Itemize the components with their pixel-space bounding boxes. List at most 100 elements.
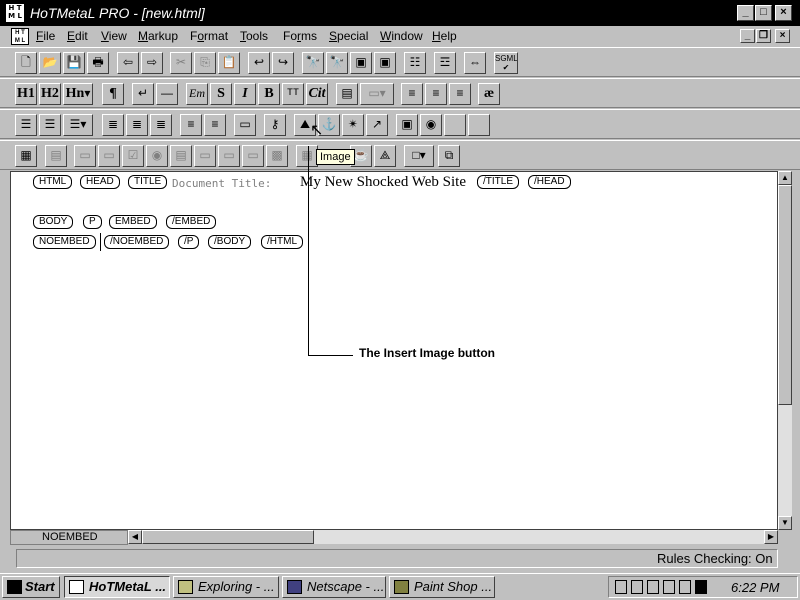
image-map-icon[interactable]: ▣ [396, 114, 418, 136]
speaker-icon[interactable] [631, 580, 643, 594]
tag-p-close[interactable]: /P [178, 235, 200, 249]
align-right-icon[interactable]: ≡ [449, 83, 471, 105]
indent-icon[interactable]: ≣ [150, 114, 172, 136]
document-icon[interactable]: H TM L [11, 28, 29, 45]
tag-html-close[interactable]: /HTML [261, 235, 303, 249]
tag-embed-open[interactable]: EMBED [109, 215, 157, 229]
cut-icon[interactable]: ✂ [170, 52, 192, 74]
link-icon[interactable]: ⇔ [464, 52, 486, 74]
menu-help[interactable]: Help [432, 29, 457, 43]
network-icon[interactable] [647, 580, 659, 594]
thesaurus-icon[interactable]: ▣ [374, 52, 396, 74]
tag-head-close[interactable]: /HEAD [528, 175, 571, 189]
scroll-left-icon[interactable]: ◀ [128, 530, 142, 544]
back-icon[interactable]: ⇦ [117, 52, 139, 74]
checkbox-icon[interactable]: ☑ [122, 145, 144, 167]
bold-button[interactable]: B [258, 83, 280, 105]
find-icon[interactable]: 🔭 [302, 52, 324, 74]
task-netscape[interactable]: Netscape - ... [282, 576, 386, 598]
print-icon[interactable]: 🖶 [87, 52, 109, 74]
doc-minimize-button[interactable]: _ [740, 29, 755, 43]
frame-icon[interactable]: □▾ [404, 145, 434, 167]
tag-p-open[interactable]: P [83, 215, 102, 229]
radio-icon[interactable]: ◉ [146, 145, 168, 167]
close-button[interactable]: × [775, 5, 792, 21]
horizontal-scroll-thumb[interactable] [142, 530, 314, 544]
minimize-button[interactable]: _ [737, 5, 754, 21]
scheduler-icon[interactable] [695, 580, 707, 594]
open-folder-icon[interactable]: 📂 [39, 52, 61, 74]
address-icon[interactable]: ≡ [180, 114, 202, 136]
teletype-button[interactable]: TT [282, 83, 304, 105]
app-icon[interactable]: H TM L [6, 4, 24, 22]
italic-button[interactable]: I [234, 83, 256, 105]
outdent-icon[interactable]: ≣ [126, 114, 148, 136]
find-next-icon[interactable]: 🔭 [326, 52, 348, 74]
new-file-icon[interactable]: 🗋 [15, 52, 37, 74]
tag-noembed-close[interactable]: /NOEMBED [104, 235, 170, 249]
save-icon[interactable]: 💾 [63, 52, 85, 74]
show-tags-icon[interactable]: ☷ [404, 52, 426, 74]
bullet-list-icon[interactable]: ☰ [15, 114, 37, 136]
frameset-icon[interactable]: ⧉ [438, 145, 460, 167]
table-cell-icon[interactable]: ▦ [296, 145, 318, 167]
start-button[interactable]: Start [2, 576, 60, 598]
heading1-button[interactable]: H1 [15, 83, 37, 105]
scroll-up-icon[interactable]: ▲ [778, 171, 792, 185]
shield-icon[interactable] [615, 580, 627, 594]
monitor-icon[interactable] [679, 580, 691, 594]
reset-icon[interactable]: ▭ [242, 145, 264, 167]
emphasis-button[interactable]: Em [186, 83, 208, 105]
font-size-icon[interactable]: ▭▾ [360, 83, 394, 105]
table-row-icon[interactable]: ▤ [45, 145, 67, 167]
blank-button-1[interactable] [444, 114, 466, 136]
blockquote-icon[interactable]: ≡ [204, 114, 226, 136]
menu-markup[interactable]: Markup [138, 29, 178, 43]
math-icon[interactable]: ⟁ [374, 145, 396, 167]
horizontal-scrollbar[interactable]: ◀ ▶ [128, 530, 778, 544]
scroll-down-icon[interactable]: ▼ [778, 516, 792, 530]
tag-noembed-open[interactable]: NOEMBED [33, 235, 96, 249]
menu-view[interactable]: View [101, 29, 127, 43]
vertical-scroll-thumb[interactable] [778, 185, 792, 405]
heading-n-button[interactable]: Hn▾ [63, 83, 93, 105]
menu-edit[interactable]: Edit [67, 29, 88, 43]
blank-button-2[interactable] [468, 114, 490, 136]
structure-icon[interactable]: ☲ [434, 52, 456, 74]
undo-icon[interactable]: ↩ [248, 52, 270, 74]
numbered-list-icon[interactable]: ☰ [39, 114, 61, 136]
heading2-button[interactable]: H2 [39, 83, 61, 105]
redo-icon[interactable]: ↪ [272, 52, 294, 74]
table-icon[interactable]: ▦ [15, 145, 37, 167]
horizontal-rule-icon[interactable]: — [156, 83, 178, 105]
menu-format[interactable]: Format [190, 29, 228, 43]
tag-body-close[interactable]: /BODY [208, 235, 252, 249]
menu-special[interactable]: Special [329, 29, 368, 43]
tag-title-close[interactable]: /TITLE [477, 175, 520, 189]
form-icon[interactable]: ▭ [74, 145, 96, 167]
spell-check-icon[interactable]: ▣ [350, 52, 372, 74]
paragraph-button[interactable]: ¶ [102, 83, 124, 105]
object-icon[interactable]: ◉ [420, 114, 442, 136]
text-field-icon[interactable]: ▭ [98, 145, 120, 167]
textarea-icon[interactable]: ▭ [194, 145, 216, 167]
jump-link-icon[interactable]: ↗ [366, 114, 388, 136]
citation-button[interactable]: Cit [306, 83, 328, 105]
menu-window[interactable]: Window [380, 29, 423, 43]
forward-icon[interactable]: ⇨ [141, 52, 163, 74]
select-icon[interactable]: ▤ [170, 145, 192, 167]
task-paintshop[interactable]: Paint Shop ... [389, 576, 495, 598]
tag-head-open[interactable]: HEAD [80, 175, 120, 189]
tag-embed-close[interactable]: /EMBED [166, 215, 217, 229]
tag-body-open[interactable]: BODY [33, 215, 74, 229]
task-exploring[interactable]: Exploring - ... [173, 576, 279, 598]
document-editor[interactable]: HTML HEAD TITLE Document Title: My New S… [10, 146, 778, 530]
paste-icon[interactable]: 📋 [218, 52, 240, 74]
align-left-icon[interactable]: ≡ [401, 83, 423, 105]
special-character-button[interactable]: æ [478, 83, 500, 105]
tag-html-open[interactable]: HTML [33, 175, 73, 189]
key-icon[interactable]: ⚷ [264, 114, 286, 136]
link-target-icon[interactable]: ✴ [342, 114, 364, 136]
line-break-icon[interactable]: ↵ [132, 83, 154, 105]
vertical-scrollbar[interactable]: ▲ ▼ [778, 171, 792, 530]
